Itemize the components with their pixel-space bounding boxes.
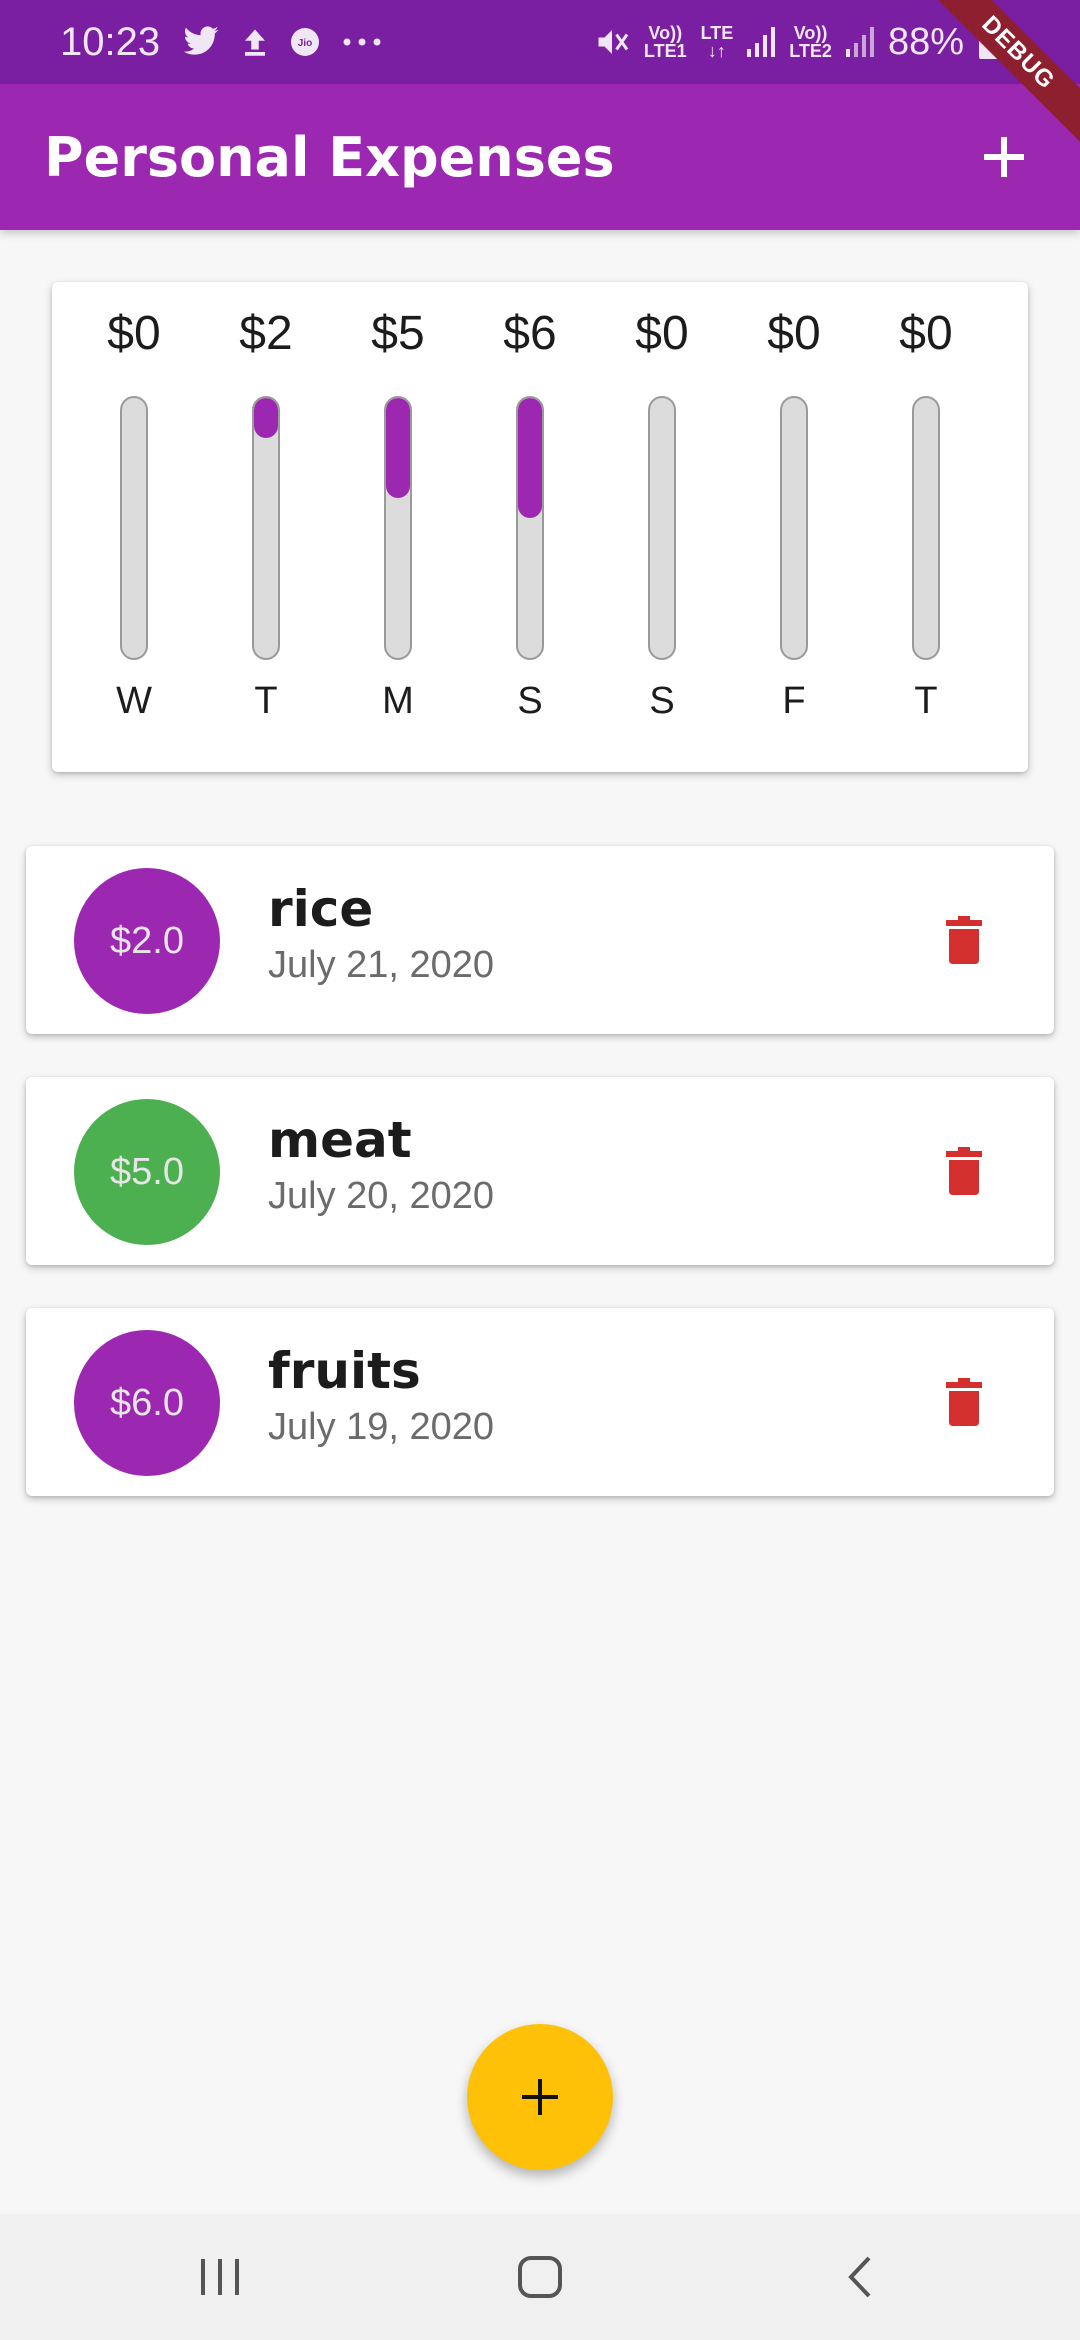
chart-amount-label: $5 bbox=[371, 307, 425, 360]
signal-icon bbox=[845, 27, 874, 57]
network-lte2: Vo)) LTE2 bbox=[789, 24, 832, 60]
plus-icon bbox=[984, 137, 1024, 177]
status-time: 10:23 bbox=[60, 19, 161, 64]
trash-icon bbox=[946, 1147, 982, 1195]
more-dots-icon bbox=[342, 37, 382, 47]
chart-amount-label: $2 bbox=[239, 307, 293, 360]
amount-text: $5.0 bbox=[110, 1150, 184, 1193]
svg-text:Jio: Jio bbox=[298, 38, 312, 49]
transaction-date: July 19, 2020 bbox=[268, 1406, 495, 1448]
jio-icon: Jio bbox=[290, 27, 320, 57]
network-lte1-top: Vo)) bbox=[648, 23, 683, 43]
delete-button[interactable] bbox=[934, 1372, 994, 1432]
transaction-card: $2.0 rice July 21, 2020 bbox=[26, 846, 1054, 1034]
transaction-list: $2.0 rice July 21, 2020 $5.0 meat July 2… bbox=[26, 846, 1054, 1539]
recent-apps-icon bbox=[201, 2259, 239, 2295]
transaction-date: July 21, 2020 bbox=[268, 944, 495, 986]
mute-icon bbox=[594, 24, 630, 60]
plus-icon bbox=[522, 2079, 558, 2115]
trash-icon bbox=[946, 916, 982, 964]
network-lte: LTE ↓↑ bbox=[701, 24, 734, 60]
app-title: Personal Expenses bbox=[44, 125, 615, 189]
network-lte-top: LTE bbox=[700, 23, 734, 43]
chart-day-label: T bbox=[254, 680, 278, 722]
chart-amount-label: $6 bbox=[503, 307, 557, 360]
chart-day-label: F bbox=[782, 680, 806, 722]
back-icon bbox=[848, 2256, 871, 2298]
chart-day: $0 F bbox=[728, 282, 860, 772]
home-button[interactable] bbox=[480, 2227, 600, 2327]
weekly-chart-card: $0 W $2 T $5 M $6 S $0 S $0 F $0 T bbox=[52, 282, 1028, 772]
signal-icon bbox=[747, 27, 776, 57]
transaction-title: fruits bbox=[268, 1342, 421, 1400]
network-lte1-bottom: LTE1 bbox=[643, 41, 687, 61]
twitter-icon bbox=[182, 26, 220, 58]
chart-amount-label: $0 bbox=[107, 307, 161, 360]
chart-day-label: S bbox=[649, 680, 675, 722]
amount-avatar: $2.0 bbox=[74, 868, 220, 1014]
chart-day-label: W bbox=[116, 680, 152, 722]
chart-amount-label: $0 bbox=[899, 307, 953, 360]
delete-button[interactable] bbox=[934, 1141, 994, 1201]
chart-day: $0 W bbox=[68, 282, 200, 772]
status-right: Vo)) LTE1 LTE ↓↑ Vo)) LTE2 88% bbox=[594, 21, 1020, 64]
chart-bar-track bbox=[252, 396, 280, 660]
status-bar: 10:23 Jio Vo)) LTE1 LTE ↓↑ Vo)) LTE2 88% bbox=[0, 0, 1080, 84]
chart-day-label: S bbox=[517, 680, 543, 722]
amount-text: $6.0 bbox=[110, 1381, 184, 1424]
back-button[interactable] bbox=[800, 2227, 920, 2327]
app-bar: Personal Expenses bbox=[0, 84, 1080, 230]
chart-day-label: T bbox=[914, 680, 938, 722]
upload-icon bbox=[242, 27, 268, 57]
chart-bar-track bbox=[516, 396, 544, 660]
chart-day: $5 M bbox=[332, 282, 464, 772]
transaction-date: July 20, 2020 bbox=[268, 1175, 495, 1217]
status-left: 10:23 Jio bbox=[60, 20, 382, 65]
network-lte-bottom: ↓↑ bbox=[707, 41, 726, 61]
add-expense-button[interactable] bbox=[964, 117, 1044, 197]
home-icon bbox=[518, 2256, 562, 2298]
transaction-card: $6.0 fruits July 19, 2020 bbox=[26, 1308, 1054, 1496]
chart-bar-track bbox=[780, 396, 808, 660]
chart-bar bbox=[386, 398, 410, 498]
chart-bar-track bbox=[912, 396, 940, 660]
chart-amount-label: $0 bbox=[635, 307, 689, 360]
chart-bar bbox=[518, 398, 542, 518]
amount-avatar: $5.0 bbox=[74, 1099, 220, 1245]
network-lte2-bottom: LTE2 bbox=[789, 41, 832, 61]
chart-amount-label: $0 bbox=[767, 307, 821, 360]
chart-bar-track bbox=[120, 396, 148, 660]
system-nav-bar bbox=[0, 2214, 1080, 2340]
chart-day-label: M bbox=[382, 680, 414, 722]
network-lte1: Vo)) LTE1 bbox=[644, 24, 687, 60]
amount-avatar: $6.0 bbox=[74, 1330, 220, 1476]
delete-button[interactable] bbox=[934, 910, 994, 970]
transaction-title: meat bbox=[268, 1111, 412, 1169]
battery-percent: 88% bbox=[887, 20, 964, 63]
chart-bar-track bbox=[384, 396, 412, 660]
trash-icon bbox=[946, 1378, 982, 1426]
chart-day: $0 S bbox=[596, 282, 728, 772]
chart-day: $6 S bbox=[464, 282, 596, 772]
transaction-title: rice bbox=[268, 880, 374, 938]
amount-text: $2.0 bbox=[110, 919, 184, 962]
chart-day: $2 T bbox=[200, 282, 332, 772]
transaction-card: $5.0 meat July 20, 2020 bbox=[26, 1077, 1054, 1265]
chart-day: $0 T bbox=[860, 282, 992, 772]
add-expense-fab[interactable] bbox=[467, 2024, 613, 2170]
recent-apps-button[interactable] bbox=[160, 2227, 280, 2327]
chart-bar-track bbox=[648, 396, 676, 660]
chart-bar bbox=[254, 398, 278, 438]
network-lte2-top: Vo)) bbox=[793, 23, 828, 43]
